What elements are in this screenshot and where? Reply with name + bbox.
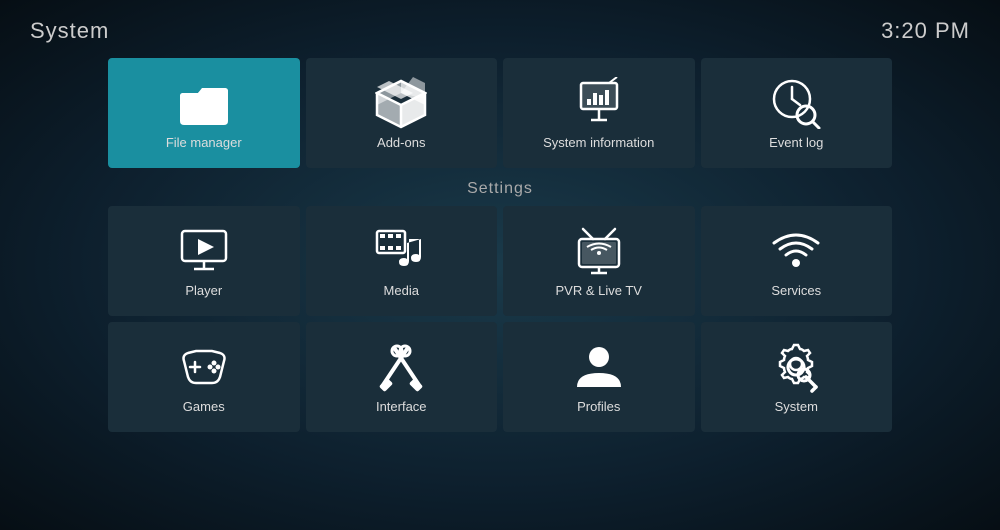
tile-pvr-live-tv[interactable]: PVR & Live TV <box>503 206 695 316</box>
services-icon <box>770 225 822 277</box>
tile-interface[interactable]: Interface <box>306 322 498 432</box>
tile-interface-label: Interface <box>376 399 427 414</box>
tile-media-label: Media <box>384 283 419 298</box>
tile-system-information-label: System information <box>543 135 654 150</box>
system-settings-icon <box>770 341 822 393</box>
tile-media[interactable]: Media <box>306 206 498 316</box>
profiles-icon <box>573 341 625 393</box>
tile-player-label: Player <box>185 283 222 298</box>
tile-games-label: Games <box>183 399 225 414</box>
tile-file-manager-label: File manager <box>166 135 242 150</box>
settings-grid: Player Media <box>0 206 1000 432</box>
header: System 3:20 PM <box>0 0 1000 54</box>
presentation-icon <box>573 77 625 129</box>
tile-event-log[interactable]: Event log <box>701 58 893 168</box>
top-tile-row: File manager Add-ons <box>0 58 1000 168</box>
tile-event-log-label: Event log <box>769 135 823 150</box>
tv-icon <box>573 225 625 277</box>
clock-search-icon <box>770 77 822 129</box>
tile-add-ons[interactable]: Add-ons <box>306 58 498 168</box>
page-title: System <box>30 18 109 44</box>
interface-icon <box>375 341 427 393</box>
tile-games[interactable]: Games <box>108 322 300 432</box>
media-icon <box>375 225 427 277</box>
tile-add-ons-label: Add-ons <box>377 135 425 150</box>
tile-system-label: System <box>775 399 818 414</box>
settings-row-1: Player Media <box>108 206 892 316</box>
box-icon <box>375 77 427 129</box>
folder-icon <box>178 77 230 129</box>
settings-row-2: Games Interface Profiles <box>108 322 892 432</box>
tile-pvr-live-tv-label: PVR & Live TV <box>556 283 642 298</box>
tile-services-label: Services <box>771 283 821 298</box>
settings-section-title: Settings <box>0 180 1000 198</box>
tile-system[interactable]: System <box>701 322 893 432</box>
gamepad-icon <box>178 341 230 393</box>
tile-file-manager[interactable]: File manager <box>108 58 300 168</box>
tile-services[interactable]: Services <box>701 206 893 316</box>
tile-player[interactable]: Player <box>108 206 300 316</box>
tile-profiles[interactable]: Profiles <box>503 322 695 432</box>
tile-profiles-label: Profiles <box>577 399 620 414</box>
tile-system-information[interactable]: System information <box>503 58 695 168</box>
clock: 3:20 PM <box>881 18 970 44</box>
player-icon <box>178 225 230 277</box>
